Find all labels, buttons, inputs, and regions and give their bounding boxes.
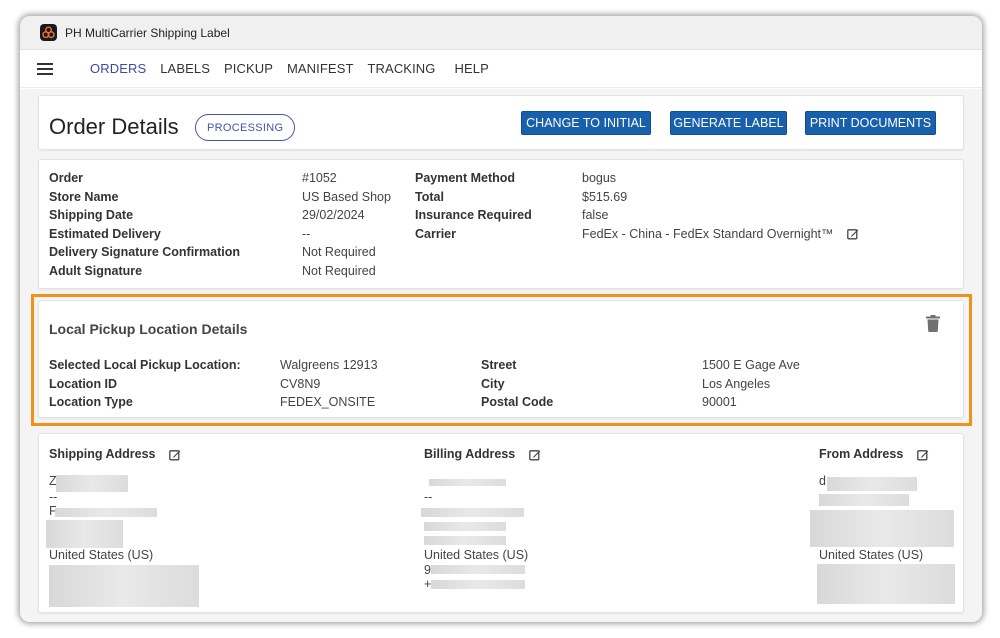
status-badge: PROCESSING bbox=[195, 114, 296, 141]
hamburger-icon[interactable] bbox=[37, 62, 53, 75]
redacted-block bbox=[46, 520, 123, 548]
pickup-section-title: Local Pickup Location Details bbox=[49, 321, 248, 337]
pickup-location-type: FEDEX_ONSITE bbox=[280, 395, 376, 409]
change-to-initial-button[interactable]: CHANGE TO INITIAL bbox=[521, 111, 651, 135]
field-label: Delivery Signature Confirmation bbox=[49, 245, 241, 259]
title-bar: PH MultiCarrier Shipping Label bbox=[20, 16, 982, 50]
billing-country: United States (US) bbox=[424, 548, 529, 562]
redacted-block bbox=[431, 580, 525, 589]
insurance-required: false bbox=[582, 208, 609, 222]
shipping-country: United States (US) bbox=[49, 548, 154, 562]
field-label: Insurance Required bbox=[415, 208, 532, 222]
nav-help[interactable]: HELP bbox=[455, 61, 489, 76]
page-content: Order Details PROCESSING CHANGE TO INITI… bbox=[20, 89, 982, 622]
billing-postcode: 9 bbox=[424, 563, 431, 577]
order-total: $515.69 bbox=[582, 189, 628, 204]
order-number: #1052 bbox=[302, 171, 337, 185]
nav-orders[interactable]: ORDERS bbox=[90, 61, 146, 76]
field-label: Total bbox=[415, 189, 444, 204]
field-label: Location Type bbox=[49, 395, 133, 409]
store-name: US Based Shop bbox=[302, 189, 391, 204]
redacted-block bbox=[421, 508, 524, 517]
order-info-card: Order Store Name Shipping Date Estimated… bbox=[38, 159, 964, 289]
carrier-value: FedEx - China - FedEx Standard Overnight… bbox=[582, 226, 834, 241]
field-label: Carrier bbox=[415, 226, 456, 241]
pickup-right-values: 1500 E Gage Ave Los Angeles 90001 bbox=[702, 356, 800, 412]
from-name: d bbox=[819, 474, 826, 488]
carrier-row: FedEx - China - FedEx Standard Overnight… bbox=[582, 225, 859, 244]
trash-icon[interactable] bbox=[926, 315, 940, 332]
billing-address-title: Billing Address bbox=[424, 447, 541, 461]
field-label: Estimated Delivery bbox=[49, 226, 161, 241]
nav-labels[interactable]: LABELS bbox=[160, 61, 210, 76]
field-label: Shipping Date bbox=[49, 208, 134, 222]
redacted-block bbox=[429, 479, 506, 486]
field-label: Store Name bbox=[49, 189, 119, 204]
redacted-block bbox=[827, 477, 917, 491]
shipping-address-title: Shipping Address bbox=[49, 447, 181, 461]
pickup-location-name: Walgreens 12913 bbox=[280, 358, 378, 372]
order-info-right-labels: Payment Method Total Insurance Required … bbox=[415, 169, 532, 243]
pickup-left-values: Walgreens 12913 CV8N9 FEDEX_ONSITE bbox=[280, 356, 378, 412]
field-label: Adult Signature bbox=[49, 263, 143, 278]
order-info-left-labels: Order Store Name Shipping Date Estimated… bbox=[49, 169, 240, 280]
field-label: Order bbox=[49, 171, 84, 185]
app-title: PH MultiCarrier Shipping Label bbox=[65, 25, 230, 40]
redacted-block bbox=[424, 522, 506, 531]
shipping-date: 29/02/2024 bbox=[302, 208, 365, 222]
shipping-address-label: Shipping Address bbox=[49, 447, 156, 461]
order-info-left-values: #1052 US Based Shop 29/02/2024 -- Not Re… bbox=[302, 169, 391, 280]
page-title: Order Details bbox=[49, 114, 179, 139]
field-label: Postal Code bbox=[481, 395, 554, 409]
billing-company: -- bbox=[424, 490, 433, 504]
main-nav: ORDERS LABELS PICKUP MANIFEST TRACKING H… bbox=[20, 50, 982, 88]
field-label: Payment Method bbox=[415, 171, 516, 185]
pickup-right-labels: Street City Postal Code bbox=[481, 356, 553, 412]
estimated-delivery: -- bbox=[302, 226, 311, 241]
payment-method: bogus bbox=[582, 171, 617, 185]
nav-manifest[interactable]: MANIFEST bbox=[287, 61, 354, 76]
edit-carrier-icon[interactable] bbox=[847, 228, 859, 240]
app-window: PH MultiCarrier Shipping Label ORDERS LA… bbox=[20, 16, 982, 622]
redacted-block bbox=[424, 536, 506, 545]
adult-signature: Not Required bbox=[302, 263, 376, 278]
redacted-block bbox=[56, 475, 128, 492]
pickup-street: 1500 E Gage Ave bbox=[702, 358, 800, 372]
field-label: Location ID bbox=[49, 376, 118, 391]
field-label: City bbox=[481, 376, 505, 391]
delivery-signature: Not Required bbox=[302, 245, 376, 259]
app-logo-icon bbox=[40, 24, 57, 41]
redacted-block bbox=[819, 494, 909, 506]
edit-from-address-icon[interactable] bbox=[916, 449, 929, 461]
edit-billing-address-icon[interactable] bbox=[528, 449, 541, 461]
redacted-block bbox=[817, 564, 955, 604]
pickup-location-id: CV8N9 bbox=[280, 376, 321, 391]
field-label: Selected Local Pickup Location: bbox=[49, 358, 241, 372]
order-header-card: Order Details PROCESSING CHANGE TO INITI… bbox=[38, 95, 964, 150]
redacted-block bbox=[431, 565, 525, 574]
pickup-left-labels: Selected Local Pickup Location: Location… bbox=[49, 356, 241, 412]
redacted-block bbox=[49, 565, 199, 607]
pickup-postal-code: 90001 bbox=[702, 395, 737, 409]
print-documents-button[interactable]: PRINT DOCUMENTS bbox=[805, 111, 936, 135]
pickup-location-card: Local Pickup Location Details Selected L… bbox=[38, 300, 964, 418]
edit-shipping-address-icon[interactable] bbox=[169, 449, 181, 461]
nav-pickup[interactable]: PICKUP bbox=[224, 61, 273, 76]
redacted-block bbox=[55, 508, 157, 517]
billing-address-label: Billing Address bbox=[424, 447, 516, 461]
pickup-city: Los Angeles bbox=[702, 376, 771, 391]
shipping-company: -- bbox=[49, 490, 58, 504]
redacted-block bbox=[810, 510, 954, 547]
from-address-label: From Address bbox=[819, 447, 904, 461]
from-country: United States (US) bbox=[819, 548, 924, 562]
from-address-title: From Address bbox=[819, 447, 929, 461]
field-label: Street bbox=[481, 358, 517, 372]
order-info-right-values: bogus $515.69 false FedEx - China - FedE… bbox=[582, 169, 859, 243]
generate-label-button[interactable]: GENERATE LABEL bbox=[670, 111, 787, 135]
nav-tracking[interactable]: TRACKING bbox=[368, 61, 436, 76]
addresses-card: Shipping Address Z -- F United States (U… bbox=[38, 433, 964, 613]
